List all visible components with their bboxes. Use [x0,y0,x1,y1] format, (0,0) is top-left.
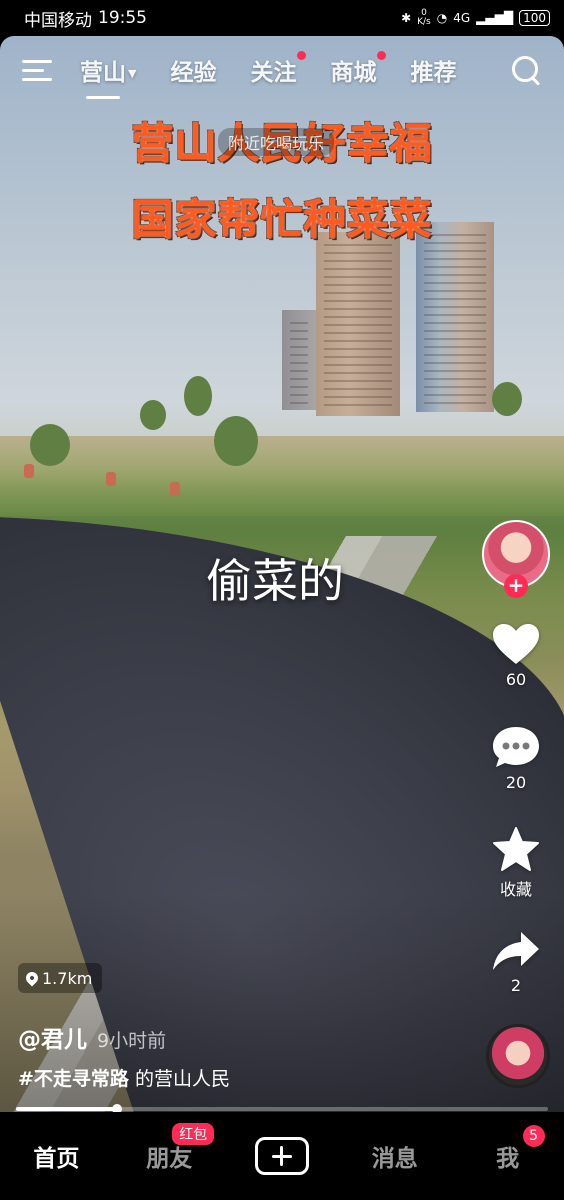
tree [140,400,166,430]
tab-label: 营山 [80,60,126,86]
distance-value: 1.7km [42,968,93,988]
farmer [106,472,116,486]
building [282,310,316,410]
share-count: 2 [510,976,522,995]
status-bar: 中国移动 19:55 ✱ 0 K/s ◔ 4G ▂▄▆█ 100 [0,0,564,36]
tree [184,376,212,416]
tab-home-label: 首页 [33,1146,80,1172]
signal-label: 4G [453,11,471,25]
hashtag-link[interactable]: #不走寻常路 [18,1068,129,1090]
field [0,436,564,516]
tab-yingshan[interactable]: 营山 ▼ [80,53,137,99]
status-icons: ✱ 0 K/s ◔ 4G ▂▄▆█ 100 [401,9,550,27]
comment-button[interactable]: 20 [491,725,541,792]
comment-count: 20 [505,773,527,792]
location-pin-icon [23,969,41,987]
tab-home[interactable]: 首页 [11,1139,101,1173]
tab-messages[interactable]: 消息 [350,1139,440,1173]
author-name[interactable]: @君儿 [18,1020,87,1054]
tab-messages-label: 消息 [371,1146,418,1172]
video-description: #不走寻常路 的营山人民 [18,1064,230,1091]
tab-label: 商城 [330,60,377,86]
bottom-tab-bar: 首页 朋友 红包 消息 我 5 [0,1112,564,1200]
tab-label: 推荐 [410,60,457,86]
tree [214,416,258,466]
action-column: + 60 20 收藏 2 [480,520,552,995]
tab-experience[interactable]: 经验 [170,53,216,87]
tab-recommend[interactable]: 推荐 [410,53,456,87]
comment-icon [493,727,539,767]
tab-following[interactable]: 关注 [250,51,307,87]
battery-icon: 100 [519,10,550,26]
farmer [24,464,34,478]
tab-create[interactable] [237,1137,327,1175]
menu-icon[interactable] [22,59,52,81]
caret-down-icon: ▼ [128,67,137,80]
tab-friends-label: 朋友 [146,1146,193,1172]
video-title-line-2: 国家帮忙种菜菜 [131,195,433,244]
favorite-button[interactable]: 收藏 [491,826,541,900]
share-arrow-icon [493,932,539,970]
notification-dot [297,51,307,60]
nearby-pill[interactable]: 附近吃喝玩乐 [218,128,335,156]
building [316,232,400,416]
follow-plus-icon[interactable]: + [504,574,528,598]
create-plus-icon[interactable] [254,1137,309,1175]
post-time: 9小时前 [97,1030,167,1052]
share-button[interactable]: 2 [491,930,541,995]
tab-friends[interactable]: 朋友 红包 [124,1123,215,1173]
net-speed-unit: K/s [417,17,431,27]
author-row: @君儿 9小时前 [18,1020,166,1054]
author-avatar[interactable]: + [482,520,550,598]
distance-tag[interactable]: 1.7km [18,963,103,993]
tree [30,424,70,466]
net-speed: 0 K/s [417,9,431,27]
farmer [170,482,180,496]
progress-fill [16,1107,118,1111]
tab-me[interactable]: 我 5 [463,1125,553,1173]
tree [492,382,522,416]
music-disc[interactable] [486,1024,550,1088]
building [416,222,494,412]
description-text: 的营山人民 [128,1068,230,1090]
carrier-name: 中国移动 [24,10,92,31]
video-caption: 偷菜的 [206,554,344,608]
heart-icon [493,624,539,664]
search-icon[interactable] [510,54,542,86]
status-time: 19:55 [98,8,147,28]
tab-me-label: 我 [496,1146,520,1172]
top-tabs: 营山 ▼ 经验 关注 商城 推荐 [80,51,490,99]
top-nav: 营山 ▼ 经验 关注 商城 推荐 [0,50,564,99]
red-packet-badge: 红包 [172,1123,215,1145]
unread-count-badge: 5 [522,1125,545,1147]
wifi-icon: ◔ [436,11,448,25]
tab-mall[interactable]: 商城 [330,51,387,87]
like-button[interactable]: 60 [491,622,541,689]
favorite-label: 收藏 [499,880,532,899]
like-count: 60 [505,670,527,689]
star-icon [493,827,539,871]
tab-label: 经验 [170,60,217,86]
playback-progress[interactable] [16,1104,548,1114]
bluetooth-icon: ✱ [401,11,412,25]
signal-bars-icon: ▂▄▆█ [476,11,514,25]
tab-label: 关注 [250,60,297,86]
notification-dot [377,51,387,60]
